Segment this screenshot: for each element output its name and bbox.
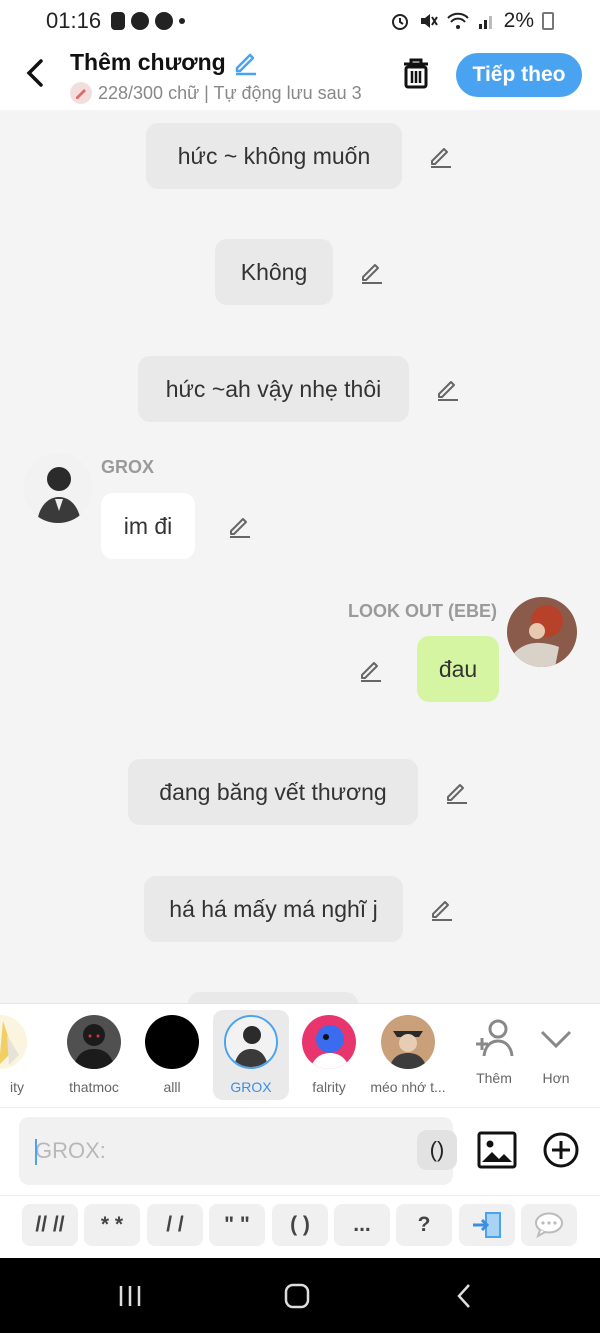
character-avatar <box>302 1015 356 1069</box>
format-button[interactable]: ? <box>396 1204 452 1246</box>
system-back-button[interactable] <box>444 1280 484 1312</box>
back-icon <box>457 1284 470 1308</box>
image-icon <box>477 1131 517 1169</box>
facebook-icon <box>155 12 174 30</box>
battery-icon <box>542 12 554 30</box>
character-avatar <box>67 1015 121 1069</box>
word-count-text: 228/300 chữ | Tự động lưu sau 3 <box>98 82 362 103</box>
format-button[interactable]: // // <box>22 1204 78 1246</box>
character-item[interactable]: méo nhớ t... <box>370 1010 446 1100</box>
status-time: 01:16 <box>46 8 102 33</box>
character-item[interactable]: alll <box>134 1010 210 1100</box>
insert-image-button[interactable] <box>476 1130 518 1170</box>
system-nav-bar <box>0 1258 600 1333</box>
narration-bubble[interactable]: đang băng vết thương <box>128 759 418 825</box>
character-name: GROX <box>230 1079 272 1095</box>
character-avatar <box>224 1015 278 1069</box>
chevron-left-icon <box>26 59 43 87</box>
wifi-icon <box>446 12 469 29</box>
page-title[interactable]: Thêm chương <box>70 48 260 76</box>
narration-bubble[interactable]: hức ~ không muốn <box>146 123 402 189</box>
character-name: thatmoc <box>69 1079 119 1095</box>
character-selector: ity thatmoc alll GROX falrity méo nhớ t.… <box>0 1003 600 1107</box>
status-bar: 01:16 2% <box>0 0 600 42</box>
signal-icon <box>478 16 492 29</box>
edit-message-icon[interactable] <box>358 657 384 683</box>
character-item[interactable]: thatmoc <box>56 1010 132 1100</box>
exit-door-icon <box>473 1212 501 1238</box>
word-count-status: 228/300 chữ | Tự động lưu sau 3 <box>70 82 376 104</box>
more-button[interactable]: Hơn <box>526 1016 586 1086</box>
delete-button[interactable] <box>400 56 434 92</box>
facebook-icon <box>131 12 150 30</box>
trash-icon <box>404 58 428 89</box>
status-left-icons <box>111 12 186 30</box>
narration-bubble[interactable]: Không <box>215 239 333 305</box>
format-button[interactable]: ... <box>334 1204 390 1246</box>
recent-apps-button[interactable] <box>110 1280 150 1312</box>
character-item[interactable]: falrity <box>291 1010 367 1100</box>
format-button[interactable]: ( ) <box>272 1204 328 1246</box>
chat-bubble-button[interactable] <box>521 1204 577 1246</box>
chat-area[interactable]: hức ~ không muốn Không hức ~ah vậy nhẹ t… <box>0 110 600 1003</box>
notification-icon <box>111 12 126 30</box>
add-character-label: Thêm <box>476 1070 512 1086</box>
edit-message-icon[interactable] <box>428 143 454 169</box>
character-item-selected[interactable]: GROX <box>213 1010 289 1100</box>
battery-percent: 2% <box>503 9 534 32</box>
character-name: méo nhớ t... <box>370 1079 446 1095</box>
mute-icon <box>420 14 438 28</box>
avatar-look-out[interactable] <box>507 597 577 667</box>
edit-message-icon[interactable] <box>444 779 470 805</box>
character-name: ity <box>10 1079 24 1095</box>
speaker-name: GROX <box>101 457 155 477</box>
plus-circle-icon <box>543 1132 579 1168</box>
character-avatar <box>145 1015 199 1069</box>
avatar-grox[interactable] <box>23 453 93 523</box>
add-button[interactable] <box>542 1131 580 1169</box>
dot-icon <box>179 18 186 24</box>
narration-bubble[interactable]: hức ~ah vậy nhẹ thôi <box>138 356 409 422</box>
message-input[interactable] <box>35 1117 395 1185</box>
character-bubble[interactable]: im đi <box>101 493 195 559</box>
app-header: Thêm chương 228/300 chữ | Tự động lưu sa… <box>0 42 600 110</box>
message-input-container[interactable]: () <box>19 1117 457 1185</box>
edit-message-icon[interactable] <box>435 376 461 402</box>
add-character-button[interactable]: Thêm <box>464 1016 524 1086</box>
parentheses-button[interactable]: () <box>417 1130 457 1170</box>
character-avatar <box>381 1015 435 1069</box>
home-icon <box>284 1283 310 1309</box>
character-avatar <box>0 1015 27 1069</box>
format-button[interactable]: * * <box>84 1204 140 1246</box>
recent-apps-icon <box>119 1286 141 1306</box>
alarm-icon <box>391 14 408 30</box>
text-cursor <box>35 1139 37 1165</box>
speaker-name: LOOK OUT (EBE) <box>348 601 497 621</box>
chevron-down-icon <box>540 1030 572 1049</box>
next-button[interactable]: Tiếp theo <box>456 53 582 97</box>
narration-bubble[interactable]: há há mấy má nghĩ j <box>144 876 403 942</box>
character-bubble[interactable]: đau <box>417 636 499 702</box>
page-title-text: Thêm chương <box>70 48 226 75</box>
speech-bubble-icon <box>535 1212 563 1238</box>
format-toolbar: // // * * / / " " ( ) ... ? <box>0 1195 600 1258</box>
edit-title-icon[interactable] <box>232 48 260 76</box>
narration-bubble-partial[interactable] <box>188 992 358 1003</box>
exit-scene-button[interactable] <box>459 1204 515 1246</box>
character-name: alll <box>163 1079 181 1095</box>
edit-message-icon[interactable] <box>227 513 253 539</box>
input-row: () <box>0 1107 600 1195</box>
home-button[interactable] <box>277 1280 317 1312</box>
more-label: Hơn <box>542 1070 570 1086</box>
status-right-icons: 2% <box>390 9 554 33</box>
character-item[interactable]: ity <box>0 1010 38 1100</box>
edit-message-icon[interactable] <box>359 259 385 285</box>
add-person-icon <box>476 1019 514 1057</box>
format-button[interactable]: " " <box>209 1204 265 1246</box>
edit-message-icon[interactable] <box>429 896 455 922</box>
character-name: falrity <box>312 1079 346 1095</box>
pencil-badge-icon <box>70 82 92 104</box>
back-button[interactable] <box>20 56 50 90</box>
format-button[interactable]: / / <box>147 1204 203 1246</box>
